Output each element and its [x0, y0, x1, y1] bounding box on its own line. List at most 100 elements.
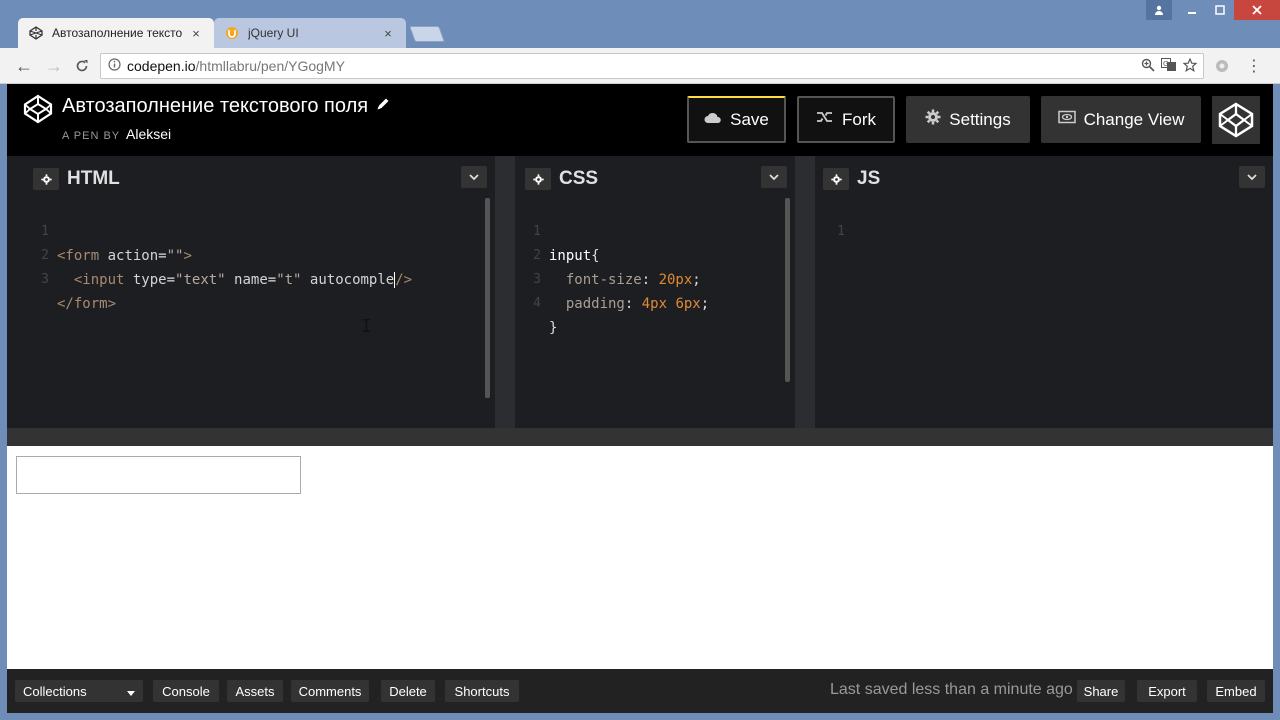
pencil-icon[interactable]	[376, 97, 390, 116]
css-settings-gear-icon[interactable]	[525, 168, 551, 190]
browser-menu-icon[interactable]: ⋮	[1242, 54, 1266, 78]
export-button[interactable]: Export	[1137, 680, 1197, 702]
line-number: 4	[533, 296, 541, 311]
pen-by-label: A PEN BY	[62, 130, 120, 142]
tab-title: jQuery UI	[248, 26, 299, 40]
shortcuts-button[interactable]: Shortcuts	[445, 680, 519, 702]
assets-button[interactable]: Assets	[227, 680, 283, 702]
code-line: 3 </form>	[27, 244, 495, 312]
editor-panes: HTML 1 <form action=""> 2 <input type="t…	[7, 156, 1273, 428]
settings-button[interactable]: Settings	[906, 96, 1030, 143]
css-editor-scrollbar[interactable]	[785, 198, 790, 382]
codepen-logo-icon[interactable]	[23, 94, 53, 124]
close-tab-icon[interactable]: ×	[380, 26, 396, 41]
maximize-icon[interactable]	[1206, 0, 1234, 20]
fork-label: Fork	[842, 109, 876, 129]
url-host: codepen.io	[127, 58, 196, 74]
back-arrow-icon[interactable]: ←	[12, 54, 36, 78]
collections-label: Collections	[23, 683, 87, 699]
browser-tab-codepen[interactable]: Автозаполнение тексто ×	[18, 18, 214, 48]
window-bottom-edge	[0, 713, 1280, 720]
html-editor-title: HTML	[67, 168, 120, 189]
pen-title-text: Автозаполнение текстового поля	[62, 95, 369, 117]
info-icon[interactable]	[101, 58, 127, 74]
js-editor-title: JS	[857, 168, 881, 189]
reload-icon[interactable]	[70, 54, 94, 78]
code-text: }	[549, 320, 558, 336]
svg-text:G: G	[1163, 60, 1168, 68]
code-text: </form>	[57, 296, 117, 312]
user-profile-icon[interactable]	[1146, 0, 1172, 20]
html-editor: HTML 1 <form action=""> 2 <input type="t…	[7, 156, 495, 428]
js-editor: JS 1	[815, 156, 1273, 428]
code-line: 3 padding: 4px 6px;	[519, 244, 795, 312]
html-settings-gear-icon[interactable]	[33, 168, 59, 190]
settings-label: Settings	[949, 109, 1011, 129]
bookmark-star-icon[interactable]	[1182, 57, 1198, 75]
result-preview	[7, 446, 1273, 669]
js-settings-gear-icon[interactable]	[823, 168, 849, 190]
fork-button[interactable]: Fork	[797, 96, 895, 143]
html-code-area[interactable]: 1 <form action=""> 2 <input type="text" …	[27, 196, 495, 428]
browser-tab-jquery-ui[interactable]: jQuery UI ×	[214, 18, 406, 48]
comments-button[interactable]: Comments	[291, 680, 369, 702]
close-tab-icon[interactable]: ×	[188, 26, 204, 41]
window-close-icon[interactable]	[1234, 0, 1280, 20]
chevron-down-icon[interactable]	[761, 166, 787, 188]
html-editor-scrollbar[interactable]	[485, 198, 490, 398]
url-path: /htmllabru/pen/YGogMY	[195, 58, 345, 74]
browser-titlebar: Автозаполнение тексто × jQuery UI ×	[0, 0, 1280, 48]
window-controls	[1146, 0, 1280, 20]
embed-button[interactable]: Embed	[1207, 680, 1265, 702]
chevron-down-icon[interactable]	[1239, 166, 1265, 188]
last-saved-status: Last saved less than a minute ago	[830, 681, 1073, 698]
css-editor-title: CSS	[559, 168, 599, 189]
css-editor: CSS 1 input{ 2 font-size: 20px; 3 paddin…	[515, 156, 795, 428]
view-icon	[1057, 110, 1076, 129]
delete-button[interactable]: Delete	[381, 680, 435, 702]
codepen-icon	[28, 25, 44, 41]
zoom-icon[interactable]	[1141, 58, 1155, 75]
share-button[interactable]: Share	[1077, 680, 1125, 702]
gear-icon	[925, 109, 941, 130]
code-line: 2 font-size: 20px;	[519, 220, 795, 288]
new-tab-button[interactable]	[409, 26, 445, 42]
save-label: Save	[730, 109, 769, 129]
pane-resize-handle[interactable]	[795, 156, 815, 428]
js-editor-header: JS	[815, 164, 1273, 194]
code-text: <input type="text" name="t" autocomple/>	[73, 272, 413, 288]
collections-button[interactable]: Collections	[15, 680, 143, 702]
preview-resize-bar[interactable]	[7, 428, 1273, 446]
translate-icon[interactable]: G	[1161, 58, 1177, 75]
address-bar[interactable]: codepen.io/htmllabru/pen/YGogMY G	[100, 53, 1204, 79]
forward-arrow-icon[interactable]: →	[42, 54, 66, 78]
save-button[interactable]: Save	[687, 96, 786, 143]
css-code-area[interactable]: 1 input{ 2 font-size: 20px; 3 padding: 4…	[519, 196, 795, 428]
fork-icon	[816, 110, 834, 129]
codepen-header: Автозаполнение текстового поля A PEN BY …	[7, 84, 1273, 156]
code-line: 1	[823, 196, 1273, 239]
html-editor-header: HTML	[7, 164, 495, 194]
js-code-area[interactable]: 1	[823, 196, 1273, 428]
user-avatar[interactable]	[1212, 96, 1260, 144]
extension-icon[interactable]	[1210, 54, 1234, 78]
change-view-button[interactable]: Change View	[1041, 96, 1201, 143]
text-cursor-icon: I	[361, 316, 372, 337]
minimize-icon[interactable]	[1178, 0, 1206, 20]
code-line: 4 }	[519, 268, 795, 336]
pen-title[interactable]: Автозаполнение текстового поля	[62, 95, 390, 118]
css-editor-header: CSS	[515, 164, 795, 194]
browser-toolbar: ← → codepen.io/htmllabru/pen/YGogMY G ⋮	[0, 48, 1280, 84]
chevron-down-icon[interactable]	[461, 166, 487, 188]
cloud-icon	[704, 111, 722, 129]
caret-down-icon	[127, 684, 135, 699]
line-number: 3	[41, 272, 49, 287]
tab-title: Автозаполнение тексто	[52, 26, 183, 40]
console-button[interactable]: Console	[153, 680, 219, 702]
pane-resize-handle[interactable]	[495, 156, 515, 428]
author-link[interactable]: Aleksei	[126, 126, 171, 142]
preview-text-input[interactable]	[16, 456, 301, 494]
line-number: 1	[837, 224, 845, 239]
code-line: 1 <form action="">	[27, 196, 495, 264]
code-line: 1 input{	[519, 196, 795, 264]
